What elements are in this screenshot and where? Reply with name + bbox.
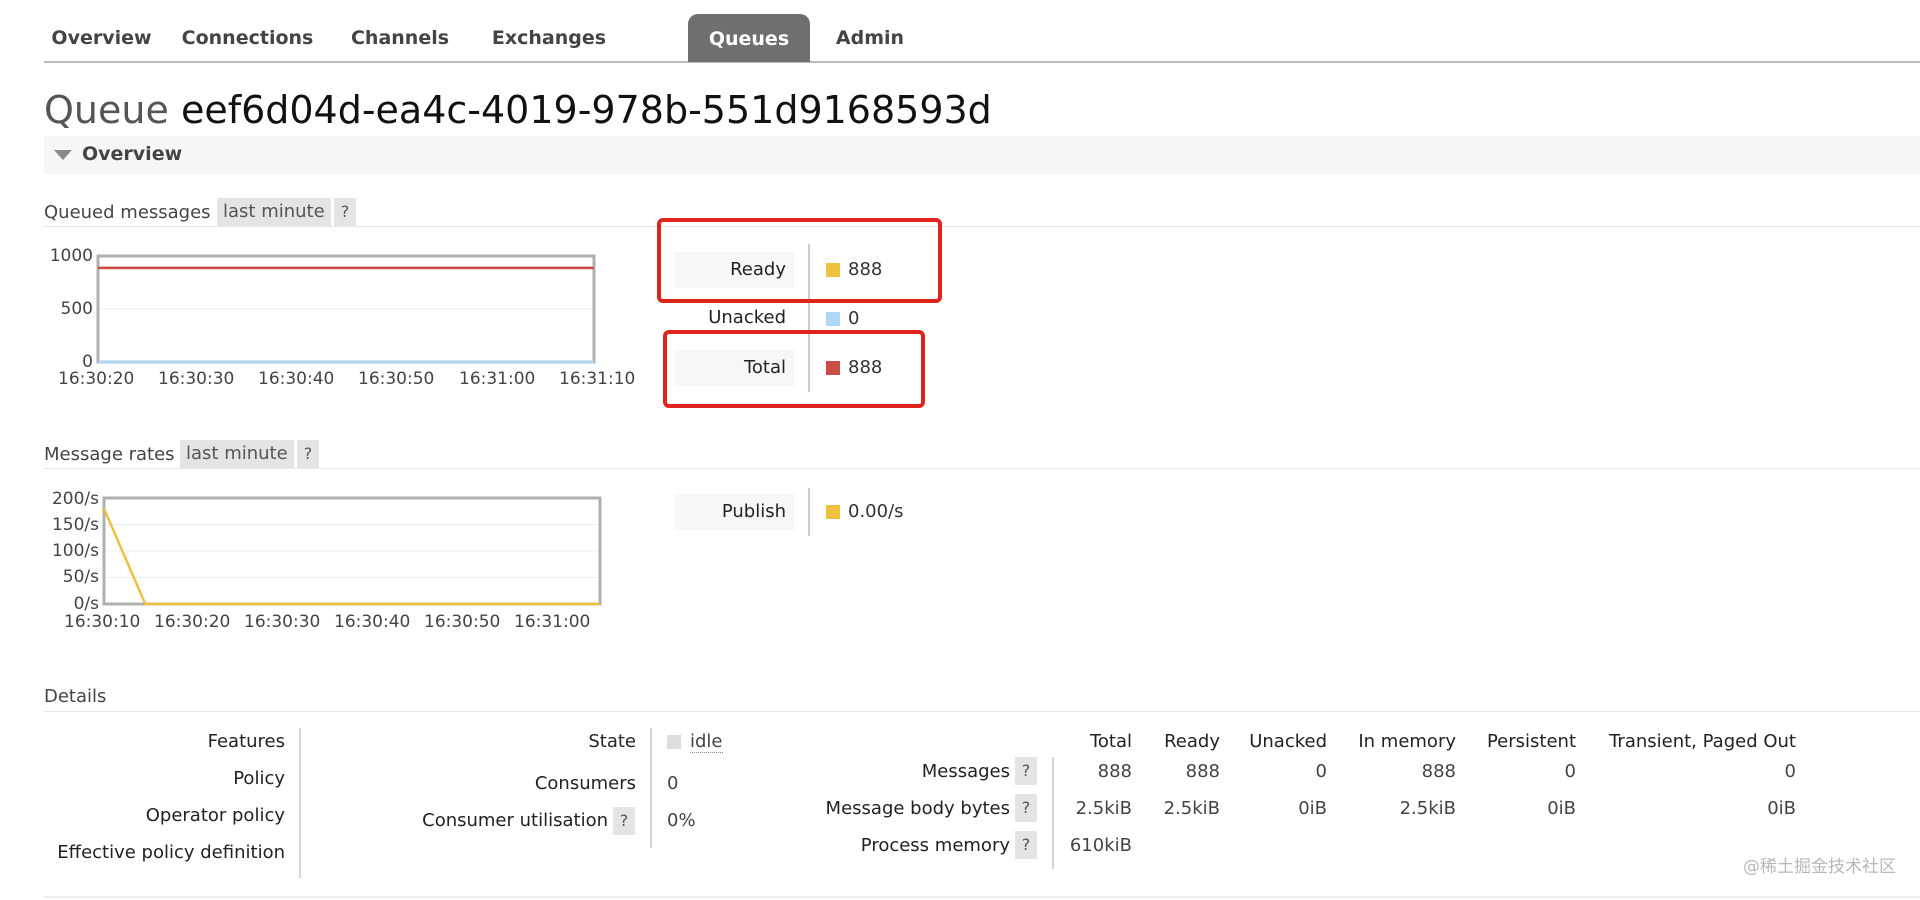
policy-label: Policy bbox=[233, 768, 285, 789]
page-title: Queue eef6d04d-ea4c-4019-978b-551d916859… bbox=[44, 88, 992, 132]
legend-divider bbox=[808, 488, 810, 536]
consumers-value: 0 bbox=[667, 773, 679, 794]
state-value[interactable]: idle bbox=[690, 732, 723, 753]
y-tick-label: 1000 bbox=[49, 246, 93, 266]
publish-value: 0.00/s bbox=[848, 501, 904, 522]
table-cell: 0 bbox=[1784, 761, 1796, 782]
watermark: @稀土掘金技术社区 bbox=[1743, 857, 1896, 877]
total-highlight-box bbox=[663, 330, 925, 408]
rates-range-selector[interactable]: last minute bbox=[180, 440, 294, 468]
details-title: Details bbox=[44, 686, 107, 707]
tab-connections[interactable]: Connections bbox=[171, 13, 324, 61]
messages-row-label: Messages bbox=[921, 761, 1010, 782]
table-cell: 2.5kiB bbox=[1075, 798, 1132, 819]
x-tick-label: 16:30:50 bbox=[358, 369, 435, 389]
tab-admin[interactable]: Admin bbox=[822, 13, 918, 61]
table-cell: 0iB bbox=[1298, 798, 1327, 819]
process-memory-label: Process memory bbox=[860, 835, 1010, 856]
column-header-persistent: Persistent bbox=[1486, 731, 1576, 752]
main-nav-tabs: Overview Connections Channels Exchanges … bbox=[44, 13, 1920, 63]
x-tick-label: 16:31:10 bbox=[559, 369, 636, 389]
message-rates-chart bbox=[102, 496, 602, 606]
x-tick-label: 16:31:00 bbox=[459, 369, 536, 389]
x-tick-label: 16:30:20 bbox=[154, 612, 231, 632]
consumer-utilisation-value: 0% bbox=[667, 810, 696, 831]
table-cell: 888 bbox=[1185, 761, 1220, 782]
tab-queues[interactable]: Queues bbox=[688, 14, 810, 62]
details-heading: Details bbox=[44, 682, 244, 710]
consumer-utilisation-label: Consumer utilisation bbox=[422, 810, 608, 831]
details-divider bbox=[650, 728, 652, 848]
message-rates-heading: Message rates last minute ? bbox=[44, 440, 334, 468]
queued-rule bbox=[44, 226, 1920, 227]
x-tick-label: 16:30:40 bbox=[258, 369, 335, 389]
message-rates-title: Message rates bbox=[44, 444, 175, 465]
y-tick-label: 0/s bbox=[73, 594, 99, 614]
consumers-label: Consumers bbox=[534, 773, 636, 794]
ready-highlight-box bbox=[657, 218, 942, 303]
rates-rule bbox=[44, 468, 1920, 469]
unacked-swatch bbox=[826, 312, 840, 326]
table-cell: 2.5kiB bbox=[1399, 798, 1456, 819]
queue-name: eef6d04d-ea4c-4019-978b-551d9168593d bbox=[180, 88, 992, 132]
consumer-utilisation-help-button[interactable]: ? bbox=[613, 807, 635, 835]
tab-channels[interactable]: Channels bbox=[336, 13, 464, 61]
table-cell: 0iB bbox=[1547, 798, 1576, 819]
column-header-ready: Ready bbox=[1164, 731, 1220, 752]
rates-help-button[interactable]: ? bbox=[297, 440, 319, 468]
x-tick-label: 16:30:50 bbox=[424, 612, 501, 632]
table-cell: 0 bbox=[1315, 761, 1327, 782]
x-tick-label: 16:31:00 bbox=[514, 612, 591, 632]
queued-messages-heading: Queued messages last minute ? bbox=[44, 198, 364, 226]
overview-section-toggle[interactable]: Overview bbox=[44, 136, 1920, 174]
x-tick-label: 16:30:30 bbox=[158, 369, 235, 389]
section-label: Overview bbox=[82, 143, 183, 165]
table-cell: 888 bbox=[1421, 761, 1456, 782]
page-title-prefix: Queue bbox=[44, 88, 169, 132]
bottom-rule bbox=[44, 896, 1920, 898]
state-label: State bbox=[588, 731, 636, 752]
series-line-publish bbox=[102, 508, 600, 606]
effective-policy-label: Effective policy definition bbox=[57, 842, 285, 863]
y-tick-label: 100/s bbox=[51, 541, 99, 561]
y-tick-label: 200/s bbox=[51, 489, 99, 509]
queued-help-button[interactable]: ? bbox=[334, 198, 356, 226]
state-indicator bbox=[667, 735, 681, 749]
message-body-bytes-label: Message body bytes bbox=[825, 798, 1010, 819]
unacked-value: 0 bbox=[848, 308, 860, 329]
y-tick-label: 50/s bbox=[62, 567, 99, 587]
x-tick-label: 16:30:20 bbox=[58, 369, 135, 389]
table-cell: 888 bbox=[1097, 761, 1132, 782]
publish-swatch bbox=[826, 505, 840, 519]
features-label: Features bbox=[207, 731, 285, 752]
queued-messages-title: Queued messages bbox=[44, 202, 211, 223]
y-tick-label: 150/s bbox=[51, 515, 99, 535]
table-cell: 610kiB bbox=[1069, 835, 1132, 856]
triangle-down-icon bbox=[54, 150, 72, 160]
table-cell: 0 bbox=[1564, 761, 1576, 782]
column-header-unacked: Unacked bbox=[1249, 731, 1327, 752]
column-header-transient: Transient, Paged Out bbox=[1609, 731, 1796, 752]
column-header-in-memory: In memory bbox=[1358, 731, 1456, 752]
queued-messages-chart bbox=[96, 254, 596, 364]
table-cell: 0iB bbox=[1767, 798, 1796, 819]
column-header-total: Total bbox=[1089, 731, 1132, 752]
queued-range-selector[interactable]: last minute bbox=[217, 198, 331, 226]
table-cell: 2.5kiB bbox=[1163, 798, 1220, 819]
x-tick-label: 16:30:30 bbox=[244, 612, 321, 632]
x-tick-label: 16:30:10 bbox=[64, 612, 141, 632]
tab-exchanges[interactable]: Exchanges bbox=[476, 13, 622, 61]
legend-label-publish: Publish bbox=[674, 494, 794, 530]
details-rule bbox=[44, 711, 1920, 712]
details-divider bbox=[299, 728, 301, 878]
y-tick-label: 500 bbox=[60, 299, 93, 319]
x-tick-label: 16:30:40 bbox=[334, 612, 411, 632]
operator-policy-label: Operator policy bbox=[145, 805, 285, 826]
tab-overview[interactable]: Overview bbox=[44, 13, 159, 61]
